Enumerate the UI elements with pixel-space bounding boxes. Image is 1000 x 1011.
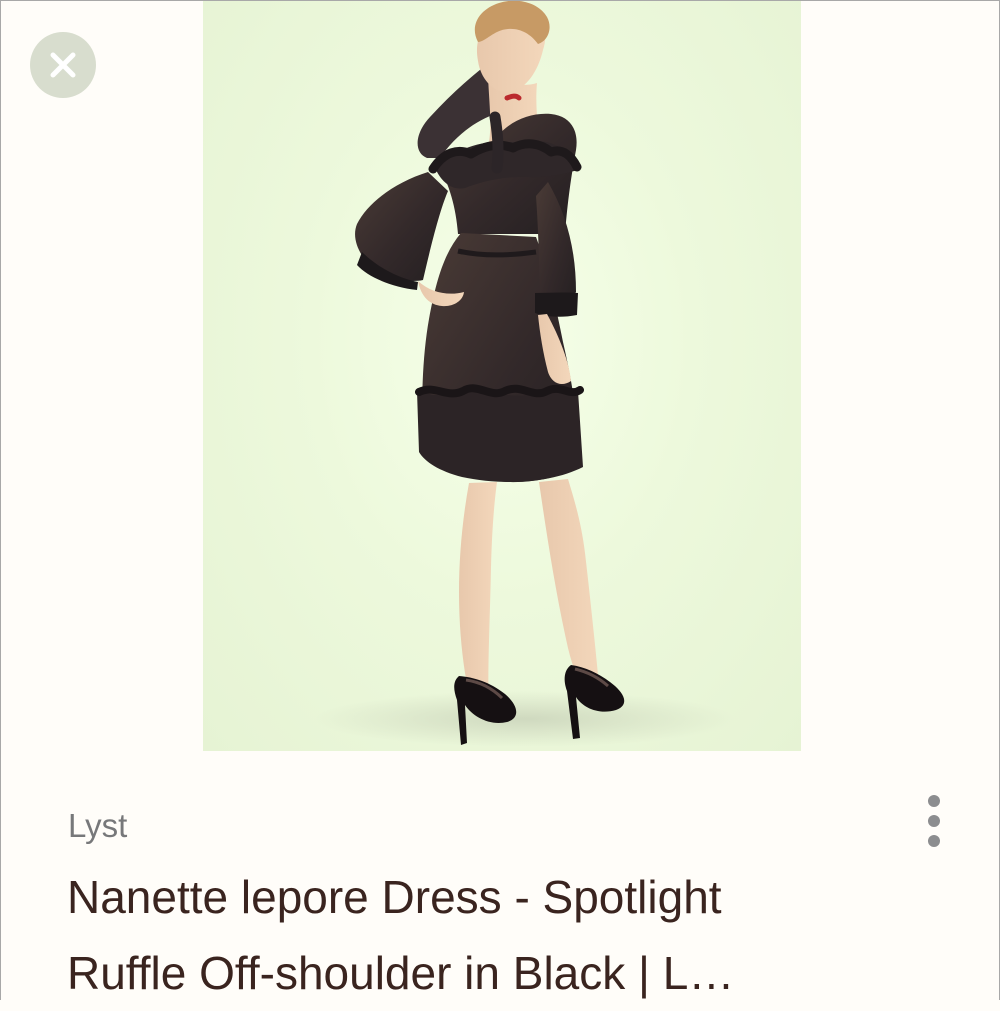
close-button[interactable] — [30, 32, 96, 98]
product-title-link[interactable]: Nanette lepore Dress - Spotlight Ruffle … — [67, 859, 887, 1011]
more-vertical-icon — [928, 795, 940, 807]
source-name: Lyst — [68, 807, 128, 844]
product-title-line: Nanette lepore Dress - Spotlight — [67, 871, 722, 923]
more-options-button[interactable] — [913, 789, 955, 853]
more-vertical-icon — [928, 835, 940, 847]
close-icon — [50, 52, 76, 78]
more-vertical-icon — [928, 815, 940, 827]
image-viewer-screen: Lyst Nanette lepore Dress - Spotlight Ru… — [0, 0, 1000, 1000]
product-image[interactable] — [203, 1, 801, 751]
